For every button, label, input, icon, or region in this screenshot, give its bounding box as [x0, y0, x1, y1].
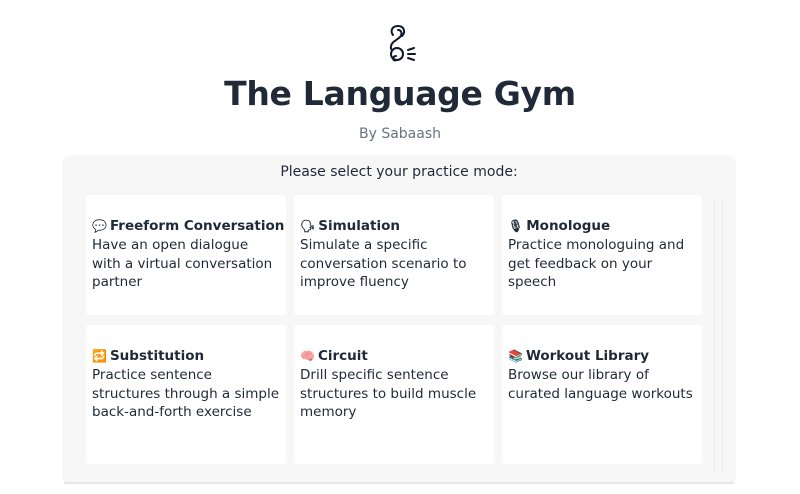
repeat-icon: 🔁	[92, 349, 107, 363]
panel-bottom-divider	[64, 482, 734, 484]
mode-card-title: 📚 Workout Library	[508, 347, 696, 366]
mode-card-description: Simulate a specific conversation scenari…	[300, 237, 467, 290]
person-speaking-logo-icon	[389, 24, 416, 62]
mode-card-title-text: Workout Library	[525, 348, 650, 364]
mode-card-description: Practice monologuing and get feedback on…	[508, 237, 685, 290]
mode-card-title: 🗣 Simulation	[300, 217, 488, 236]
mode-card-monologue[interactable]: 🎙 Monologue Practice monologuing and get …	[502, 195, 702, 315]
mode-card-title: 🧠 Circuit	[300, 347, 488, 366]
mode-card-workout-library[interactable]: 📚 Workout Library Browse our library of c…	[502, 325, 702, 464]
mode-selection-prompt: Please select your practice mode:	[280, 164, 518, 180]
mode-card-title: 🎙 Monologue	[508, 217, 696, 236]
mode-card-description: Have an open dialogue with a virtual con…	[92, 237, 273, 290]
mode-card-title: 💬 Freeform Conversation	[92, 217, 284, 236]
books-icon: 📚	[508, 349, 523, 363]
mode-card-description: Drill specific sentence structures to bu…	[300, 367, 477, 420]
mode-card-title-text: Freeform Conversation	[109, 218, 285, 234]
brain-icon: 🧠	[300, 349, 315, 363]
mode-card-circuit[interactable]: 🧠 Circuit Drill specific sentence structu…	[294, 325, 494, 464]
mode-card-title-text: Substitution	[109, 348, 205, 364]
microphone-icon: 🎙	[508, 219, 524, 233]
mode-card-title-text: Monologue	[526, 218, 611, 234]
mode-card-title-text: Simulation	[318, 218, 400, 234]
speaking-head-icon: 🗣	[300, 219, 316, 233]
mode-card-simulation[interactable]: 🗣 Simulation Simulate a specific conversa…	[294, 195, 494, 315]
mode-card-description: Practice sentence structures through a s…	[92, 367, 280, 420]
byline: By Sabaash	[358, 126, 442, 142]
speech-bubble-icon: 💬	[92, 219, 107, 233]
vertical-scrollbar[interactable]	[714, 198, 723, 474]
mode-card-title: 🔁 Substitution	[92, 347, 280, 366]
mode-card-title-text: Circuit	[317, 348, 368, 364]
page-title: The Language Gym	[224, 74, 576, 113]
mode-card-description: Browse our library of curated language w…	[508, 367, 693, 402]
mode-card-freeform-conversation[interactable]: 💬 Freeform Conversation Have an open dial…	[86, 195, 286, 315]
mode-card-substitution[interactable]: 🔁 Substitution Practice sentence structur…	[86, 325, 286, 464]
